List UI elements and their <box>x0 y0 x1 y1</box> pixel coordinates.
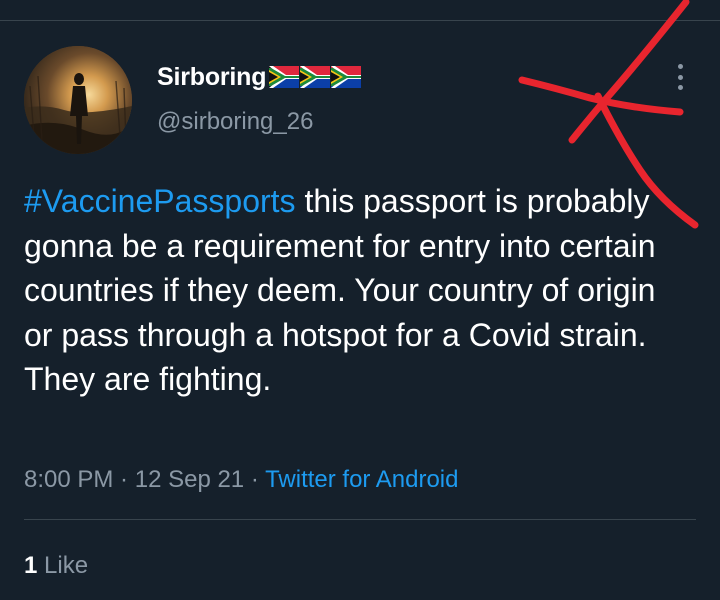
more-vertical-icon-dot <box>677 85 683 90</box>
tweet-source-link[interactable]: Twitter for Android <box>265 466 458 493</box>
hashtag-link[interactable]: #VaccinePassports <box>24 183 296 219</box>
stats-divider <box>24 519 696 520</box>
tweet-time[interactable]: 8:00 PM <box>24 466 113 493</box>
avatar[interactable] <box>24 46 132 154</box>
top-divider <box>0 20 720 21</box>
more-vertical-icon-dot <box>677 74 683 80</box>
tweet-text: #VaccinePassports this passport is proba… <box>24 179 674 402</box>
tweet-meta: 8:00 PM · 12 Sep 21 · Twitter for Androi… <box>24 466 458 494</box>
south-africa-flag-icon <box>300 66 331 88</box>
more-vertical-icon <box>677 64 683 69</box>
meta-separator: · <box>113 466 135 493</box>
likes-label: Like <box>37 552 89 579</box>
south-africa-flag-icon <box>269 66 300 88</box>
flag-emojis <box>268 66 362 88</box>
more-options-button[interactable] <box>668 60 692 94</box>
south-africa-flag-icon <box>331 66 362 88</box>
likes-count: 1 <box>24 552 38 579</box>
avatar-photo <box>24 46 132 154</box>
tweet-date[interactable]: 12 Sep 21 <box>135 466 244 493</box>
author-handle[interactable]: @sirboring_26 <box>157 108 313 136</box>
author-display-name[interactable]: Sirboring <box>157 63 267 92</box>
likes-stat[interactable]: 1 Like <box>24 552 88 580</box>
meta-separator: · <box>244 466 266 493</box>
author-name-row[interactable]: Sirboring <box>157 62 362 92</box>
